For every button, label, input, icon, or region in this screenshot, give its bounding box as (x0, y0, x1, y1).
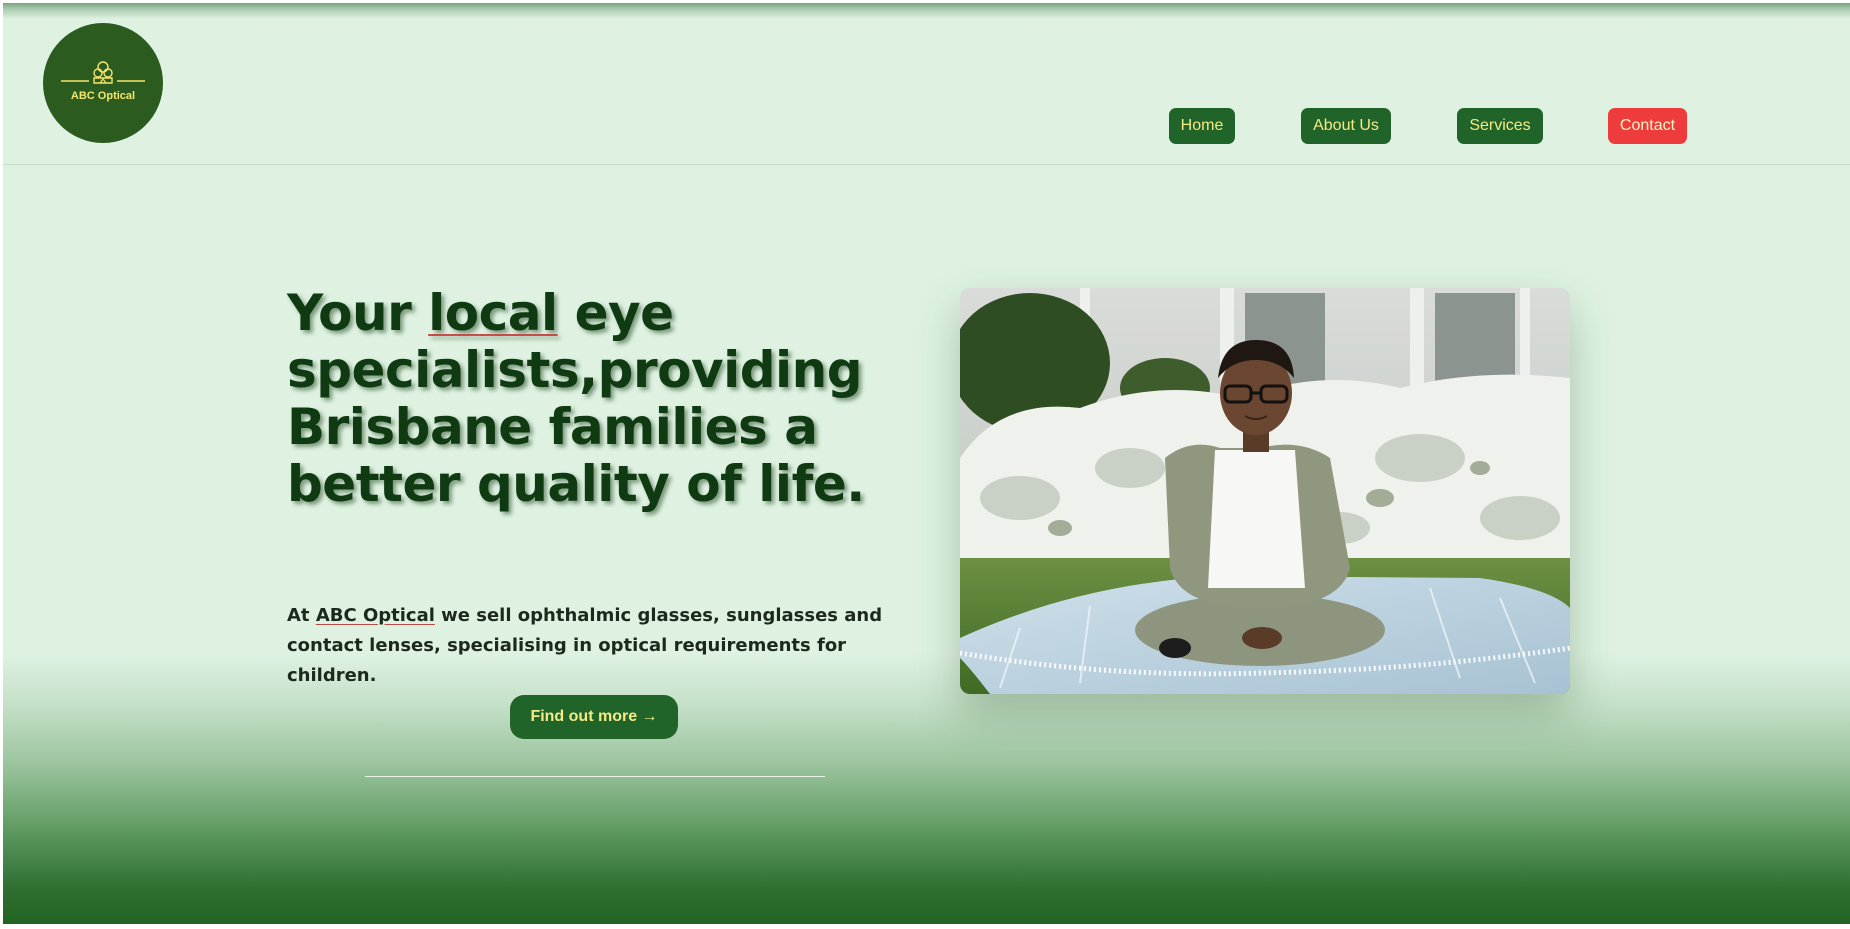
headline-text-start: Your (287, 284, 429, 342)
optician-icon (61, 61, 145, 84)
top-edge-shadow (3, 3, 1850, 19)
nav-about-button[interactable]: About Us (1301, 108, 1391, 144)
nav-services-button[interactable]: Services (1457, 108, 1543, 144)
page: ABC Optical Home About Us Services Conta… (3, 3, 1850, 924)
logo[interactable]: ABC Optical (43, 23, 163, 143)
hero-intro: At ABC Optical we sell ophthalmic glasse… (287, 601, 907, 691)
cta-divider (365, 776, 825, 777)
intro-brand-name: ABC Optical (315, 605, 435, 626)
nav-contact-button[interactable]: Contact (1608, 108, 1687, 144)
logo-text: ABC Optical (70, 90, 136, 102)
header-divider (3, 164, 1850, 165)
nav-home-button[interactable]: Home (1169, 108, 1235, 144)
boy-with-glasses-photo (960, 288, 1570, 694)
find-out-more-button[interactable]: Find out more → (510, 695, 678, 739)
intro-text-start: At (287, 605, 316, 626)
headline-underlined-word: local (428, 284, 558, 342)
hero-headline: Your local eye specialists,providing Bri… (287, 285, 907, 513)
